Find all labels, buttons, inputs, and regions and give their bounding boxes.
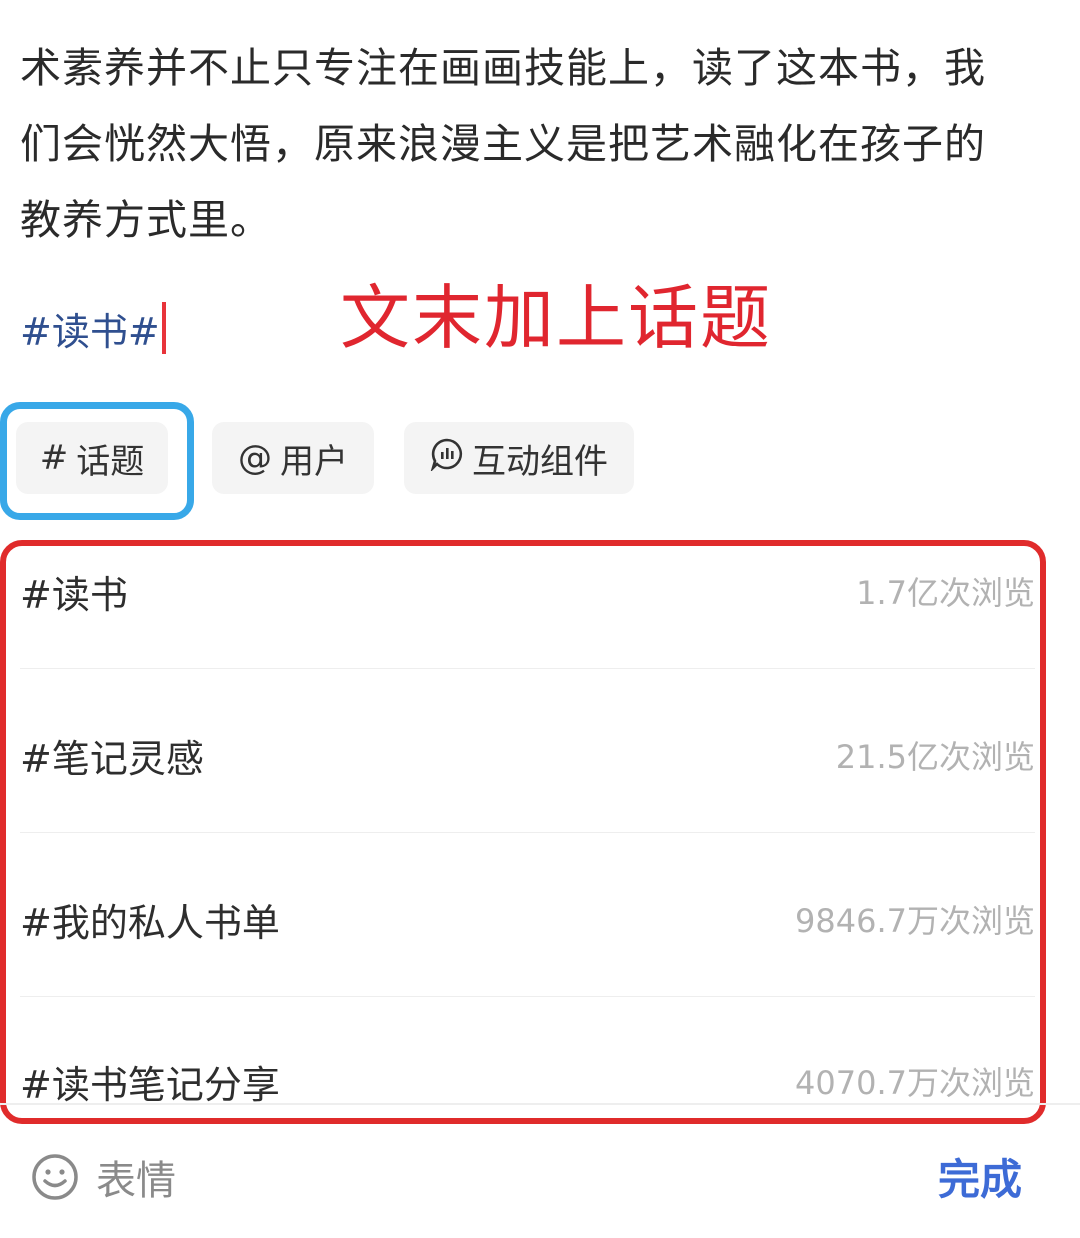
topic-suggestion-name: #读书 <box>20 573 128 617</box>
post-text-line: 们会恍然大悟，原来浪漫主义是把艺术融化在孩子的 <box>20 120 986 168</box>
topic-suggestion-name: #笔记灵感 <box>20 737 204 781</box>
interactive-widget-label: 互动组件 <box>472 441 608 482</box>
topic-view-count: 9846.7万次浏览 <box>795 902 1035 940</box>
mention-user-button[interactable]: @ 用户 <box>212 422 374 494</box>
post-body-text[interactable]: 术素养并不止只专注在画画技能上，读了这本书，我 们会恍然大悟，原来浪漫主义是把艺… <box>20 30 1060 258</box>
inline-topic-tag[interactable]: #读书# <box>20 301 160 356</box>
divider <box>20 668 1035 669</box>
post-text-line: 术素养并不止只专注在画画技能上，读了这本书，我 <box>20 44 986 92</box>
topic-suggestion-row[interactable]: #我的私人书单 9846.7万次浏览 <box>20 876 1035 1040</box>
interactive-widget-button[interactable]: 互动组件 <box>404 422 634 494</box>
annotation-text: 文末加上话题 <box>340 277 772 359</box>
post-text-line: 教养方式里。 <box>20 196 272 244</box>
topic-suggestion-name: #读书笔记分享 <box>20 1063 280 1107</box>
text-cursor <box>161 302 166 354</box>
emoji-label: 表情 <box>96 1158 176 1204</box>
topic-view-count: 4070.7万次浏览 <box>795 1064 1035 1102</box>
topic-view-count: 1.7亿次浏览 <box>856 574 1035 612</box>
topic-tag-line[interactable]: #读书# <box>20 298 166 358</box>
topic-button-label: 话题 <box>76 441 145 482</box>
at-icon: @ <box>238 438 272 478</box>
hash-icon: # <box>39 438 69 478</box>
done-button[interactable]: 完成 <box>938 1146 1022 1207</box>
topic-suggestion-name: #我的私人书单 <box>20 901 280 945</box>
topic-suggestion-row[interactable]: #读书笔记分享 4070.7万次浏览 <box>20 1040 1035 1107</box>
keyboard-toolbar-divider <box>0 1103 1080 1105</box>
topic-suggestion-row[interactable]: #读书 1.7亿次浏览 <box>20 548 1035 712</box>
topic-button[interactable]: # 话题 <box>16 422 168 494</box>
divider <box>20 832 1035 833</box>
topic-view-count: 21.5亿次浏览 <box>835 738 1035 776</box>
chat-bubble-chart-icon <box>430 437 464 480</box>
emoji-button[interactable]: 表情 <box>30 1148 176 1206</box>
mention-user-label: 用户 <box>280 441 348 482</box>
topic-suggestion-row[interactable]: #笔记灵感 21.5亿次浏览 <box>20 712 1035 876</box>
divider <box>20 996 1035 997</box>
smiley-icon <box>32 1154 78 1200</box>
